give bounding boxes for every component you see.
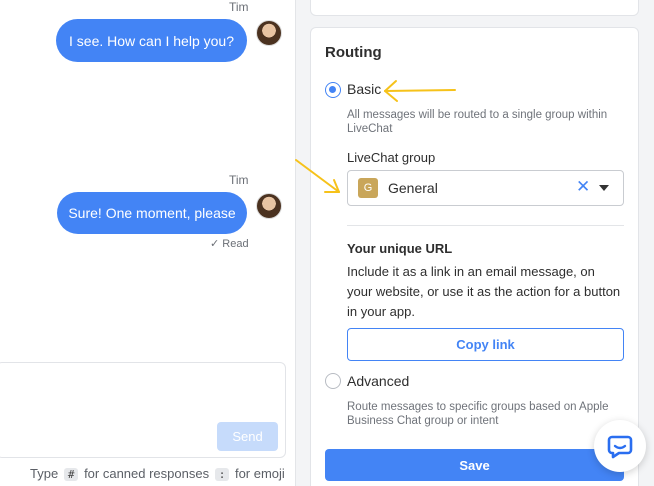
hint-canned: for canned responses xyxy=(84,466,210,481)
group-value: General xyxy=(388,180,438,196)
message-author: Tim xyxy=(229,0,249,14)
agent-avatar xyxy=(256,193,282,219)
chat-panel: Tim I see. How can I help you? Tim Sure!… xyxy=(0,0,296,486)
advanced-label[interactable]: Advanced xyxy=(347,373,409,389)
unique-url-description: Include it as a link in an email message… xyxy=(347,264,621,319)
basic-radio[interactable] xyxy=(325,82,341,98)
livechat-group-select[interactable]: G General ✕ xyxy=(347,170,624,206)
advanced-description: Route messages to specific groups based … xyxy=(347,401,609,427)
chat-bubble-icon xyxy=(607,435,633,459)
composer-hint: Type # for canned responses : for emoji xyxy=(30,466,285,481)
advanced-radio[interactable] xyxy=(325,373,341,389)
hint-key-hash: # xyxy=(63,468,79,481)
copy-link-button[interactable]: Copy link xyxy=(347,328,624,361)
group-badge: G xyxy=(358,178,378,198)
divider xyxy=(347,225,624,226)
basic-label[interactable]: Basic xyxy=(347,81,381,97)
previous-settings-card xyxy=(310,0,639,16)
basic-description: All messages will be routed to a single … xyxy=(347,109,608,135)
routing-title: Routing xyxy=(325,44,382,61)
chat-message-bubble: Sure! One moment, please xyxy=(57,192,247,234)
chevron-down-icon[interactable] xyxy=(599,185,609,191)
hint-key-colon: : xyxy=(214,468,230,481)
hint-prefix: Type xyxy=(30,466,59,481)
agent-avatar xyxy=(256,20,282,46)
unique-url-title: Your unique URL xyxy=(347,241,453,256)
livechat-group-label: LiveChat group xyxy=(347,150,436,165)
chat-widget-button[interactable] xyxy=(594,420,646,472)
message-author: Tim xyxy=(229,173,249,187)
close-icon[interactable]: ✕ xyxy=(576,177,590,197)
message-read-status: ✓ Read xyxy=(210,238,249,250)
save-button[interactable]: Save xyxy=(325,449,624,481)
chat-message-bubble: I see. How can I help you? xyxy=(56,19,247,62)
send-button[interactable]: Send xyxy=(217,422,278,451)
hint-suffix: for emoji xyxy=(234,466,285,481)
